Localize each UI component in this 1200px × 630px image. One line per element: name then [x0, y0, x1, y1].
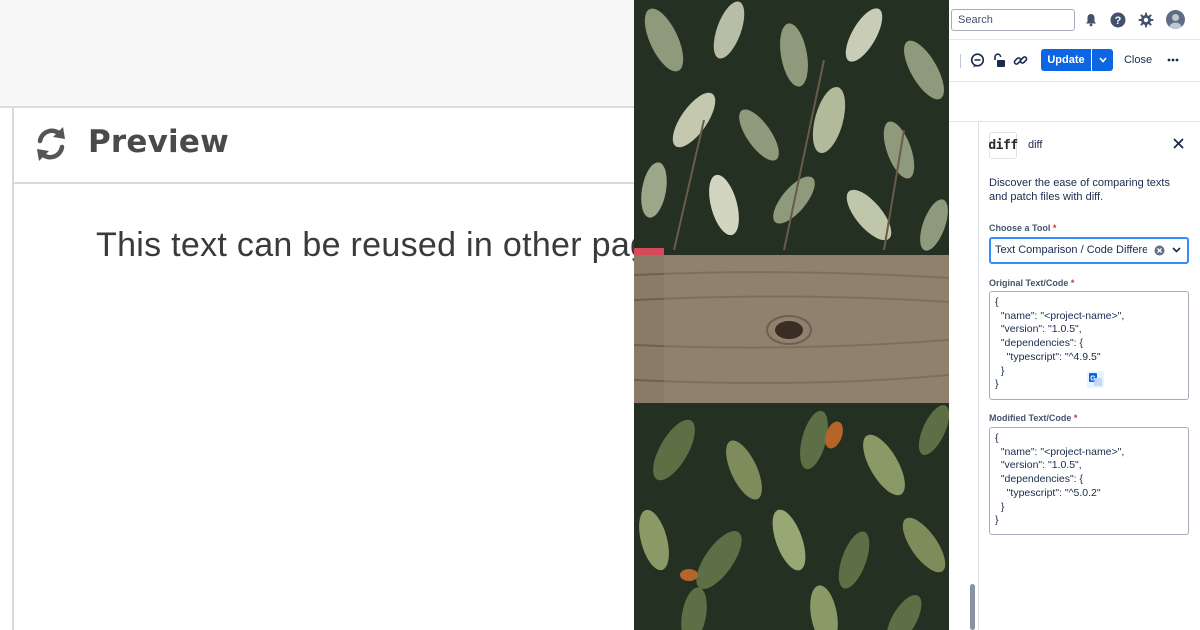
- unlock-icon[interactable]: [989, 51, 1007, 69]
- avatar[interactable]: [1166, 10, 1185, 29]
- toolbar-divider: [960, 54, 961, 68]
- editor-header-area: [0, 0, 634, 108]
- close-button[interactable]: Close: [1120, 49, 1156, 71]
- tool-select-label: Choose a Tool *: [989, 223, 1057, 233]
- chevron-down-icon: [1098, 57, 1107, 63]
- app-name: diff: [1028, 139, 1043, 151]
- app-description: Discover the ease of comparing texts and…: [989, 177, 1170, 203]
- preview-title: Preview: [88, 124, 229, 160]
- search-input[interactable]: Search: [951, 9, 1075, 31]
- update-options-button[interactable]: [1092, 49, 1113, 71]
- bell-icon[interactable]: [1081, 10, 1101, 30]
- editor-subbar: [949, 82, 1200, 122]
- help-icon[interactable]: ?: [1108, 10, 1128, 30]
- settings-icon[interactable]: [1136, 10, 1156, 30]
- preview-area: [0, 108, 634, 630]
- close-icon[interactable]: [1170, 135, 1186, 151]
- scrollbar-thumb[interactable]: [970, 584, 975, 630]
- update-button[interactable]: Update: [1041, 49, 1091, 71]
- clear-icon[interactable]: [1153, 244, 1165, 256]
- translate-icon[interactable]: G: [1087, 371, 1104, 388]
- refresh-icon[interactable]: [32, 124, 70, 164]
- modified-code-textarea[interactable]: { "name": "<project-name>", "version": "…: [989, 427, 1189, 535]
- preview-divider: [12, 108, 14, 630]
- plant-photo: [634, 0, 949, 630]
- editor-scroll-gutter: [949, 122, 979, 630]
- preview-body-text: This text can be reused in other pages, …: [96, 226, 634, 264]
- chevron-down-icon[interactable]: [1170, 244, 1182, 256]
- more-icon[interactable]: [1163, 49, 1183, 71]
- comment-icon[interactable]: [968, 51, 986, 69]
- app-logo: diff: [988, 132, 1018, 159]
- svg-text:?: ?: [1115, 15, 1122, 27]
- original-code-label: Original Text/Code *: [989, 278, 1075, 288]
- modified-code-label: Modified Text/Code *: [989, 413, 1078, 423]
- tool-select-value: Text Comparison / Code Difference: [995, 244, 1147, 256]
- link-icon[interactable]: [1011, 51, 1029, 69]
